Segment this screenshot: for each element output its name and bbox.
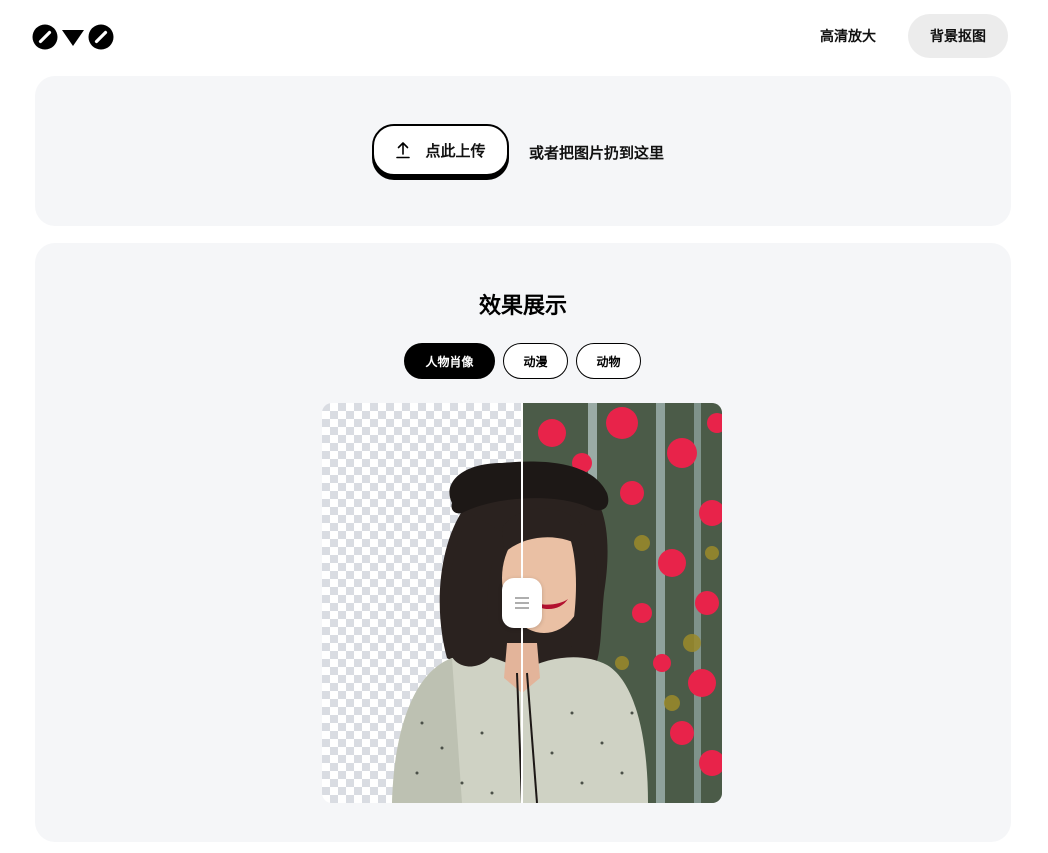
nav-background-removal-link[interactable]: 背景抠图 [908,14,1008,58]
logo-circle-left-icon [32,24,58,50]
drag-handle-icon [515,597,529,609]
demo-tabs: 人物肖像 动漫 动物 [404,343,641,379]
nav-upscale-link[interactable]: 高清放大 [806,14,890,58]
drop-hint: 或者把图片扔到这里 [529,144,665,162]
upload-button-label: 点此上传 [425,141,486,160]
tab-portrait[interactable]: 人物肖像 [404,343,495,379]
demo-title: 效果展示 [478,294,567,319]
logo-triangle-icon [62,30,84,46]
logo-mark-icon[interactable] [32,24,114,50]
tab-animals[interactable]: 动物 [576,343,641,379]
compare-handle[interactable] [502,578,542,628]
demo-card: 效果展示 人物肖像 动漫 动物 [35,243,1011,842]
before-after-compare[interactable] [322,403,722,803]
header: 高清放大 背景抠图 [0,0,1048,76]
tab-anime[interactable]: 动漫 [503,343,568,379]
upload-arrow-icon [396,142,411,159]
upload-card: 点此上传 或者把图片扔到这里 [35,76,1011,226]
upload-button[interactable]: 点此上传 [372,124,509,176]
logo-circle-right-icon [88,24,114,50]
